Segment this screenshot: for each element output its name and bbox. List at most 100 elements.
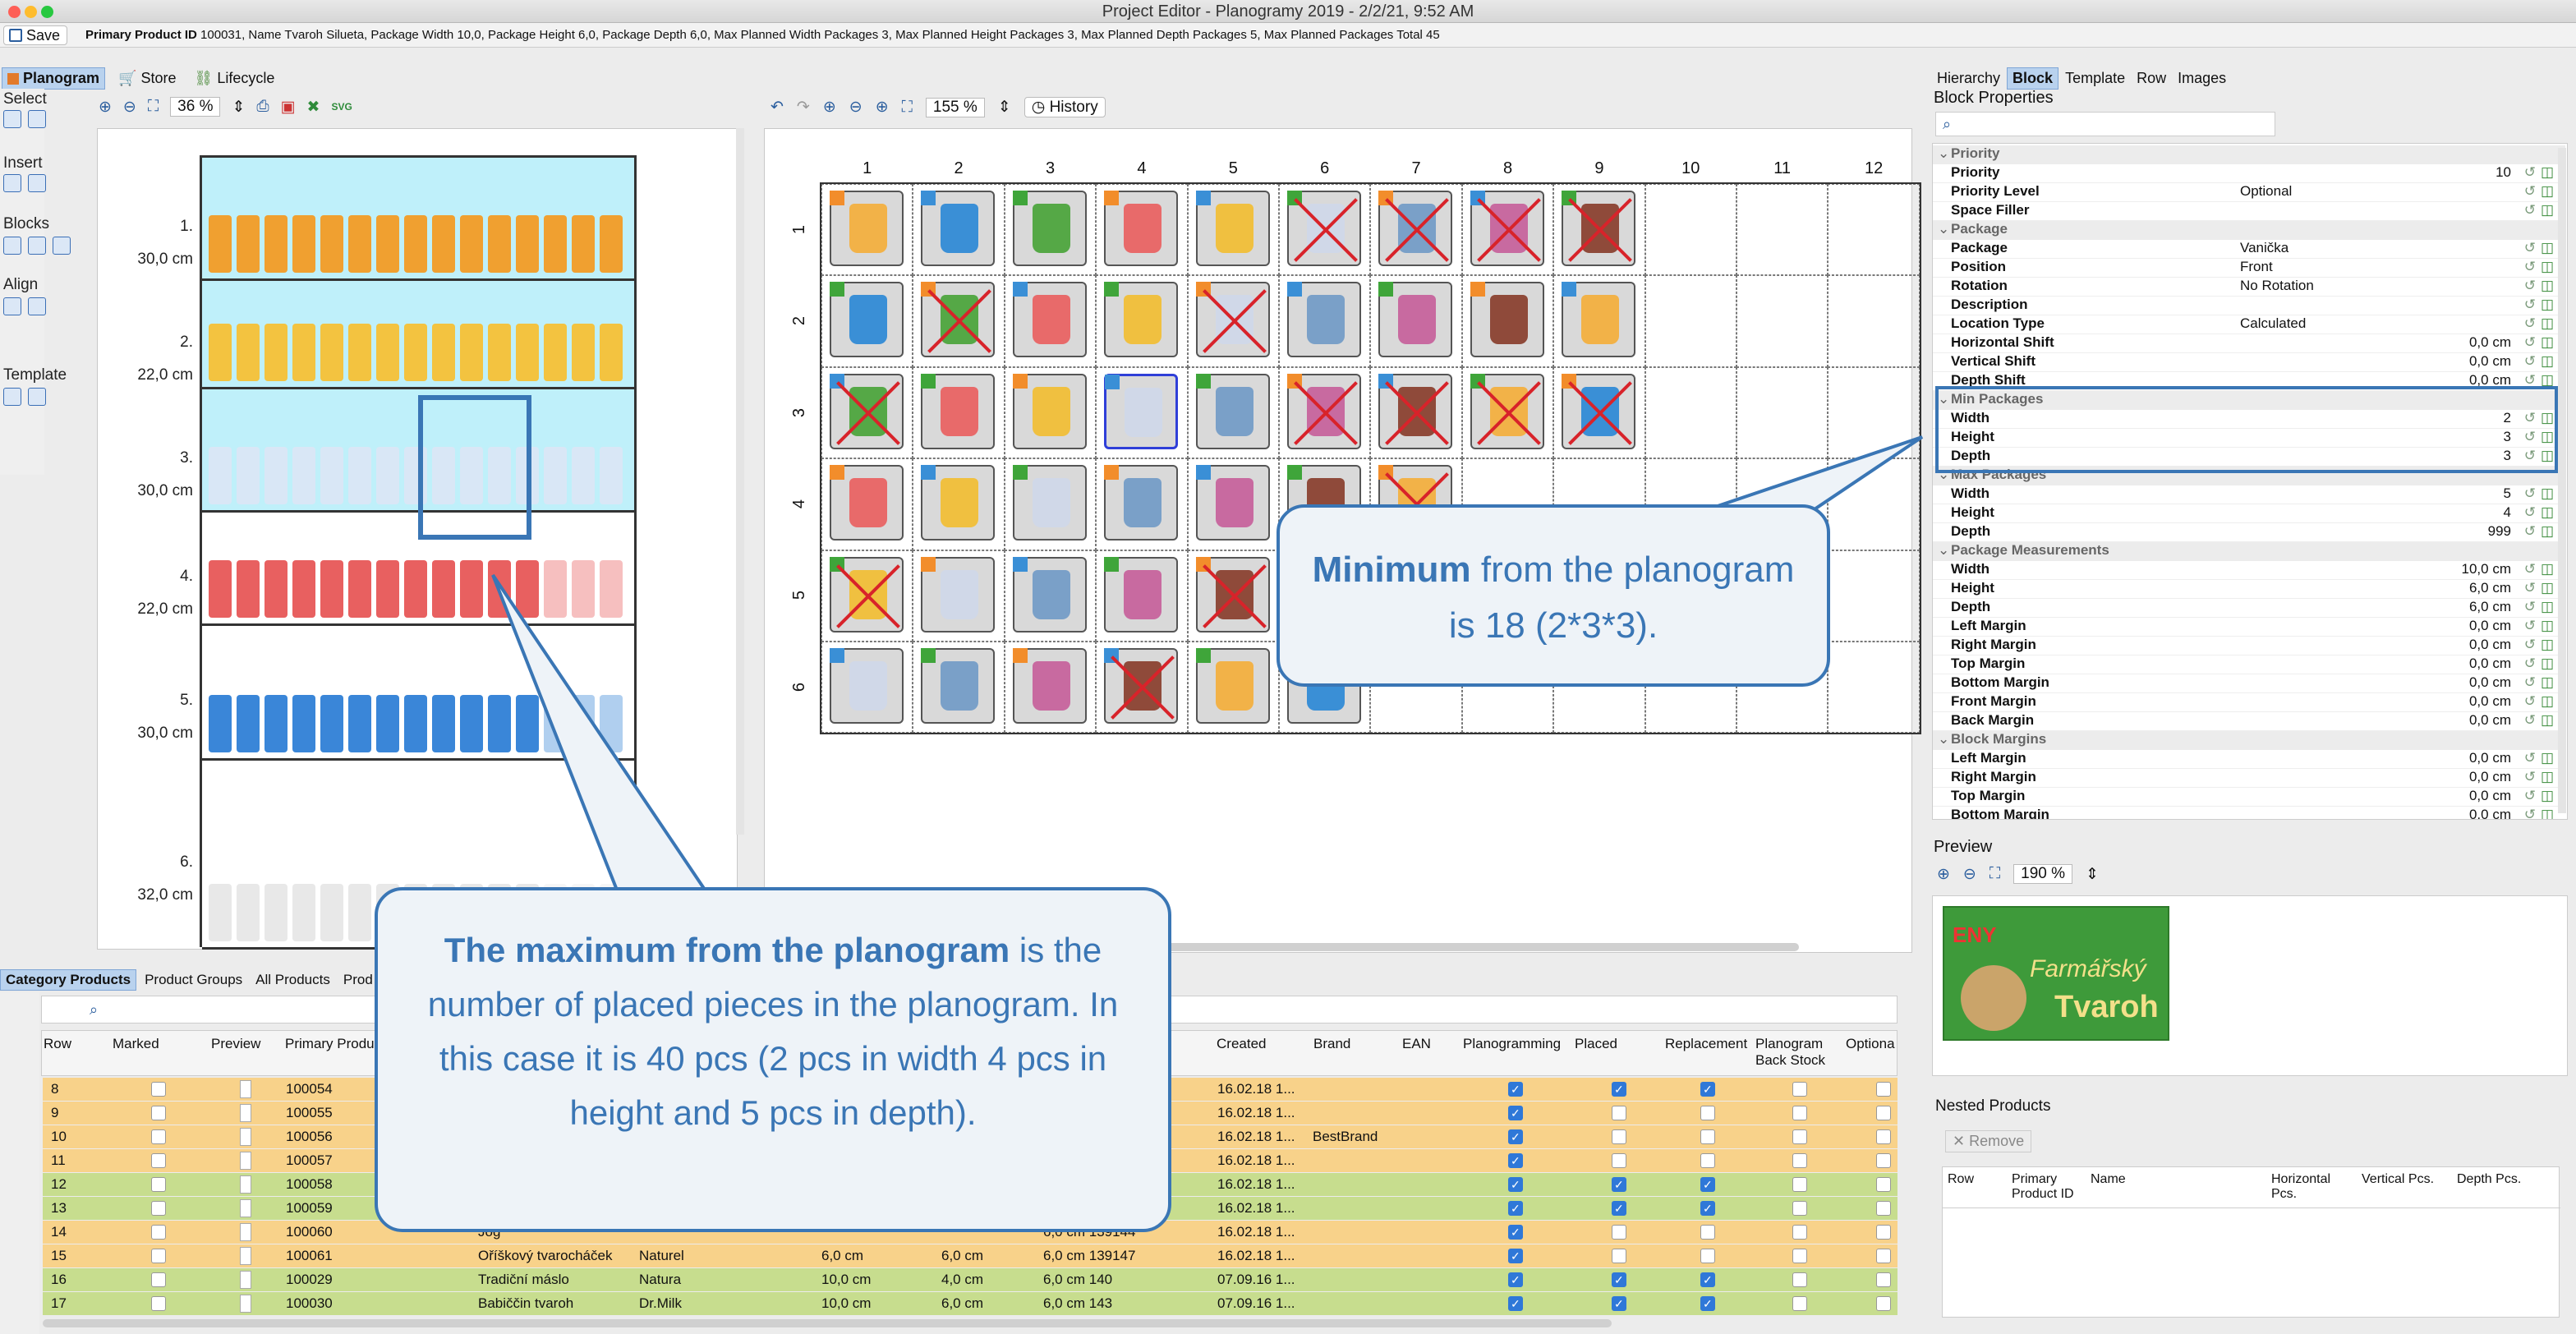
reset-icon[interactable]: ↺ [2524,788,2536,804]
optional-checkbox[interactable] [1876,1201,1891,1216]
reset-icon[interactable]: ↺ [2524,561,2536,577]
replacement-checkbox[interactable] [1700,1197,1715,1220]
shelf-product[interactable] [460,447,483,504]
product-tile[interactable] [1562,282,1636,358]
product-tile[interactable] [1012,373,1087,449]
table-column-header[interactable]: Planogram Back Stock [1755,1036,1846,1069]
product-tile[interactable] [921,556,996,632]
select-grid-icon[interactable] [28,110,46,128]
shelf-product[interactable] [292,695,315,752]
shelf-product[interactable] [488,215,511,273]
apply-icon[interactable]: ◫ [2541,750,2554,766]
placed-checkbox[interactable] [1612,1197,1626,1220]
apply-icon[interactable]: ◫ [2541,618,2554,634]
shelf-product[interactable] [376,324,399,381]
shelf-product[interactable] [237,215,260,273]
apply-icon[interactable]: ◫ [2541,164,2554,181]
zoom-window-icon[interactable] [41,6,53,18]
table-row[interactable]: 17 100030 Babiččin tvaroh Dr.Milk 10,0 cm 6,0… [43,1292,1898,1315]
shelf-product[interactable] [572,560,595,618]
apply-icon[interactable]: ◫ [2541,674,2554,691]
property-number[interactable]: 0,0 cm [2469,807,2511,819]
shelf-product[interactable] [237,884,260,941]
property-number[interactable]: 999 [2488,523,2511,540]
placed-checkbox[interactable] [1612,1078,1626,1101]
property-row[interactable]: Rotation No Rotation ↺ ◫ [1933,278,2565,297]
product-tile[interactable] [1012,648,1087,724]
zoom-in-center-icon[interactable]: ⊕ [823,98,836,117]
reset-icon[interactable]: ↺ [2524,656,2536,672]
shelf-product[interactable] [237,695,260,752]
product-tile[interactable] [830,282,904,358]
shelf-product[interactable] [572,447,595,504]
shelf-product[interactable] [320,884,343,941]
shelf-product[interactable] [376,447,399,504]
property-row[interactable]: Space Filler ↺ ◫ [1933,202,2565,221]
shelf-product[interactable] [320,695,343,752]
placed-checkbox[interactable] [1612,1129,1626,1144]
product-tile[interactable] [1378,191,1453,266]
align-center-icon[interactable] [28,297,46,315]
shelf-product[interactable] [264,695,288,752]
product-tile[interactable] [1470,373,1544,449]
shelf-product[interactable] [432,215,455,273]
reset-icon[interactable]: ↺ [2524,769,2536,785]
properties-search-input[interactable]: ⌕ [1935,112,2275,136]
tab-template[interactable]: Template [2060,68,2130,89]
shelf-product[interactable] [348,560,371,618]
minimize-window-icon[interactable] [25,6,37,18]
marked-checkbox[interactable] [151,1153,166,1168]
shelf-product[interactable] [460,324,483,381]
shelf-product[interactable] [432,447,455,504]
nested-column-header[interactable]: Horizontal Pcs. [2271,1172,2353,1202]
zoom-out-center-icon[interactable]: ⊖ [849,98,862,117]
apply-icon[interactable]: ◫ [2541,240,2554,256]
tab-category-products[interactable]: Category Products [0,969,137,991]
block-remove-icon[interactable] [53,237,71,255]
zoom-stepper-icon[interactable]: ⇕ [232,98,245,117]
fit-icon[interactable]: ⛶ [148,98,159,116]
product-tile[interactable] [1195,556,1270,632]
back-stock-checkbox[interactable] [1792,1201,1807,1216]
shelf-product[interactable] [348,324,371,381]
image-export-icon[interactable]: ▣ [281,98,296,117]
optional-checkbox[interactable] [1876,1153,1891,1168]
product-tile[interactable] [1012,556,1087,632]
properties-scrollbar[interactable] [2558,148,2566,813]
shelf-product[interactable] [348,447,371,504]
marked-checkbox[interactable] [151,1177,166,1192]
product-tile[interactable] [1104,648,1179,724]
center-zoom-input[interactable]: 155 % [925,97,985,117]
planogramming-checkbox[interactable] [1508,1173,1523,1196]
table-horizontal-scrollbar[interactable] [43,1319,1612,1327]
shelf-product[interactable] [237,324,260,381]
save-button[interactable]: Save [3,25,68,45]
property-row[interactable]: Horizontal Shift 0,0 cm ↺ ◫ [1933,334,2565,353]
shelf-product[interactable] [432,695,455,752]
collapse-icon[interactable]: ⌄ [1938,145,1949,162]
property-number[interactable]: 10 [2496,164,2511,181]
table-column-header[interactable]: Planogramming [1463,1036,1561,1052]
planogramming-checkbox[interactable] [1508,1102,1523,1125]
align-left-icon[interactable] [3,297,21,315]
shelf-product[interactable] [376,215,399,273]
product-tile[interactable] [1012,191,1087,266]
replacement-checkbox[interactable] [1700,1268,1715,1291]
shelf-product[interactable] [544,324,567,381]
property-row[interactable]: Height 6,0 cm ↺ ◫ [1933,580,2565,599]
planogramming-checkbox[interactable] [1508,1125,1523,1148]
placed-checkbox[interactable] [1612,1173,1626,1196]
zoom-in-icon[interactable]: ⊕ [99,98,112,117]
shelf-product[interactable] [264,884,288,941]
marked-checkbox[interactable] [151,1201,166,1216]
shelf-product[interactable] [488,324,511,381]
reset-icon[interactable]: ↺ [2524,618,2536,634]
shelf-product[interactable] [348,215,371,273]
shelf-row[interactable] [202,281,634,389]
shelf-product[interactable] [544,560,567,618]
property-number[interactable]: 0,0 cm [2469,712,2511,729]
placed-checkbox[interactable] [1612,1292,1626,1315]
nested-column-header[interactable]: Primary Product ID [2012,1172,2094,1202]
preview-zoom-input[interactable]: 190 % [2013,864,2073,884]
optional-checkbox[interactable] [1876,1249,1891,1263]
